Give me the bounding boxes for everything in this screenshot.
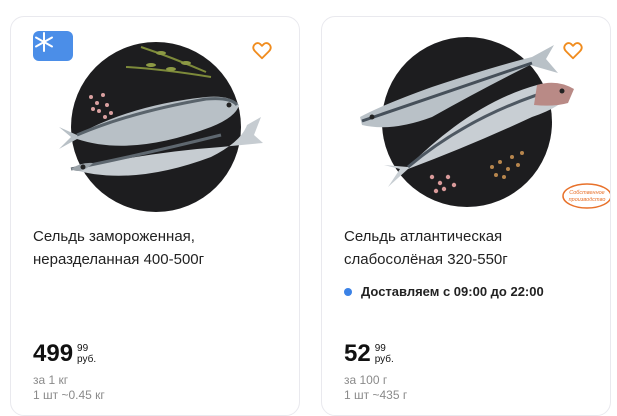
product-card[interactable]: Сельдь замороженная, неразделанная 400-5… <box>10 16 300 416</box>
price-kopecks: 99 <box>77 343 89 354</box>
delivery-dot-icon <box>344 287 352 296</box>
svg-text:производство: производство <box>569 197 606 203</box>
product-price: 499 99 руб. <box>33 341 96 367</box>
price-unit: за 100 г <box>344 373 388 387</box>
product-image[interactable]: Собственное производство <box>322 17 610 217</box>
product-title[interactable]: Сельдь замороженная, неразделанная 400-5… <box>33 225 283 271</box>
product-title[interactable]: Сельдь атлантическая слабосолёная 320-55… <box>344 225 594 271</box>
svg-text:Собственное: Собственное <box>569 190 604 196</box>
product-price: 52 99 руб. <box>344 341 394 367</box>
price-rubles: 499 <box>33 340 74 367</box>
price-unit: за 1 кг <box>33 373 69 387</box>
piece-weight: 1 шт ~0.45 кг <box>33 388 105 402</box>
product-image[interactable] <box>11 17 299 217</box>
product-card[interactable]: Собственное производство Сельдь атлантич… <box>321 16 611 416</box>
piece-weight: 1 шт ~435 г <box>344 388 408 402</box>
price-kopecks: 99 <box>374 343 386 354</box>
price-currency: руб. <box>77 354 97 365</box>
snowflake-icon <box>33 31 73 61</box>
favorite-heart-icon[interactable] <box>251 39 273 61</box>
price-rubles: 52 <box>344 340 371 367</box>
favorite-heart-icon[interactable] <box>562 39 584 61</box>
price-currency: руб. <box>374 354 394 365</box>
own-production-badge: Собственное производство <box>562 183 610 209</box>
delivery-info: Доставляем с 09:00 до 22:00 <box>344 284 544 299</box>
delivery-text: Доставляем с 09:00 до 22:00 <box>361 284 544 299</box>
